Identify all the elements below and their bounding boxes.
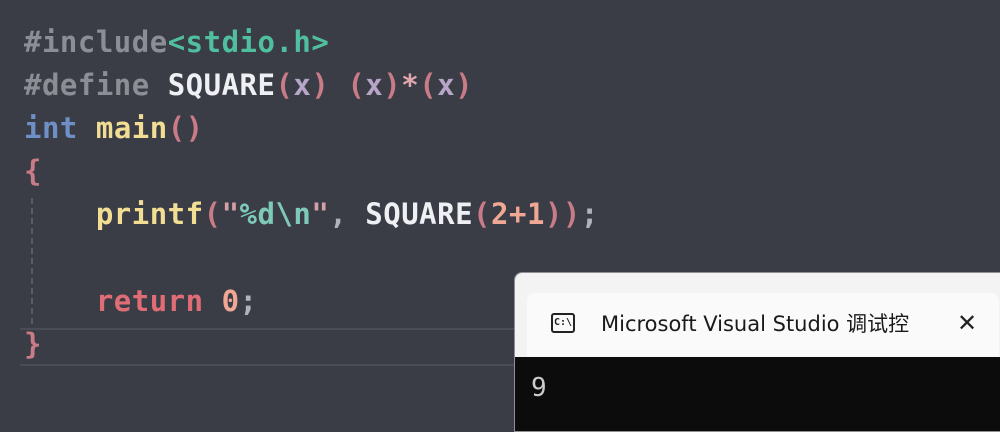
code-line-7: return 0; bbox=[24, 280, 258, 323]
debug-console-window[interactable]: C:\ Microsoft Visual Studio 调试控 ✕ 9 bbox=[514, 272, 1000, 432]
function-call: printf bbox=[95, 197, 204, 231]
code-line-4: { bbox=[24, 150, 42, 193]
return-keyword: return bbox=[95, 284, 204, 318]
code-line-3: int main() bbox=[24, 107, 204, 150]
macro-call: SQUARE bbox=[365, 197, 474, 231]
number: 1 bbox=[526, 197, 545, 231]
paren: ( bbox=[347, 68, 366, 102]
paren: ) bbox=[311, 68, 330, 102]
paren: ( bbox=[275, 68, 294, 102]
close-icon[interactable]: ✕ bbox=[955, 309, 979, 337]
paren: ) bbox=[383, 68, 402, 102]
macro-param: x bbox=[293, 68, 312, 102]
console-output: 9 bbox=[531, 373, 547, 403]
paren: ) bbox=[544, 197, 563, 231]
include-header: <stdio.h> bbox=[167, 25, 330, 59]
cmd-icon: C:\ bbox=[551, 313, 575, 333]
code-line-8: } bbox=[24, 323, 42, 366]
paren: ) bbox=[562, 197, 581, 231]
paren: ) bbox=[455, 68, 474, 102]
operator: * bbox=[401, 68, 420, 102]
type-keyword: int bbox=[24, 111, 78, 145]
console-title: Microsoft Visual Studio 调试控 bbox=[601, 312, 910, 336]
semicolon: ; bbox=[580, 197, 599, 231]
code-line-5: printf("%d\n", SQUARE(2+1)); bbox=[24, 193, 599, 236]
function-name: main bbox=[95, 111, 168, 145]
preprocessor-define: #define bbox=[24, 68, 168, 102]
macro-param: x bbox=[365, 68, 384, 102]
brace-close: } bbox=[24, 327, 42, 361]
macro-name: SQUARE bbox=[167, 68, 276, 102]
number: 2 bbox=[491, 197, 509, 231]
paren: ( bbox=[473, 197, 492, 231]
code-line-1: #include<stdio.h> bbox=[24, 21, 329, 64]
paren: ( bbox=[203, 197, 222, 231]
console-titlebar[interactable]: C:\ Microsoft Visual Studio 调试控 ✕ bbox=[515, 273, 1000, 357]
semicolon: ; bbox=[239, 284, 258, 318]
comma: , bbox=[329, 197, 366, 231]
brace-open: { bbox=[24, 154, 42, 188]
paren: () bbox=[167, 111, 204, 145]
paren: ( bbox=[419, 68, 438, 102]
macro-param: x bbox=[437, 68, 456, 102]
operator: + bbox=[508, 197, 527, 231]
number: 0 bbox=[221, 284, 240, 318]
code-line-2: #define SQUARE(x) (x)*(x) bbox=[24, 64, 473, 107]
preprocessor-include: #include bbox=[24, 25, 168, 59]
string-quote: " bbox=[221, 197, 240, 231]
string-quote: " bbox=[311, 197, 330, 231]
format-specifier: %d\n bbox=[239, 197, 312, 231]
